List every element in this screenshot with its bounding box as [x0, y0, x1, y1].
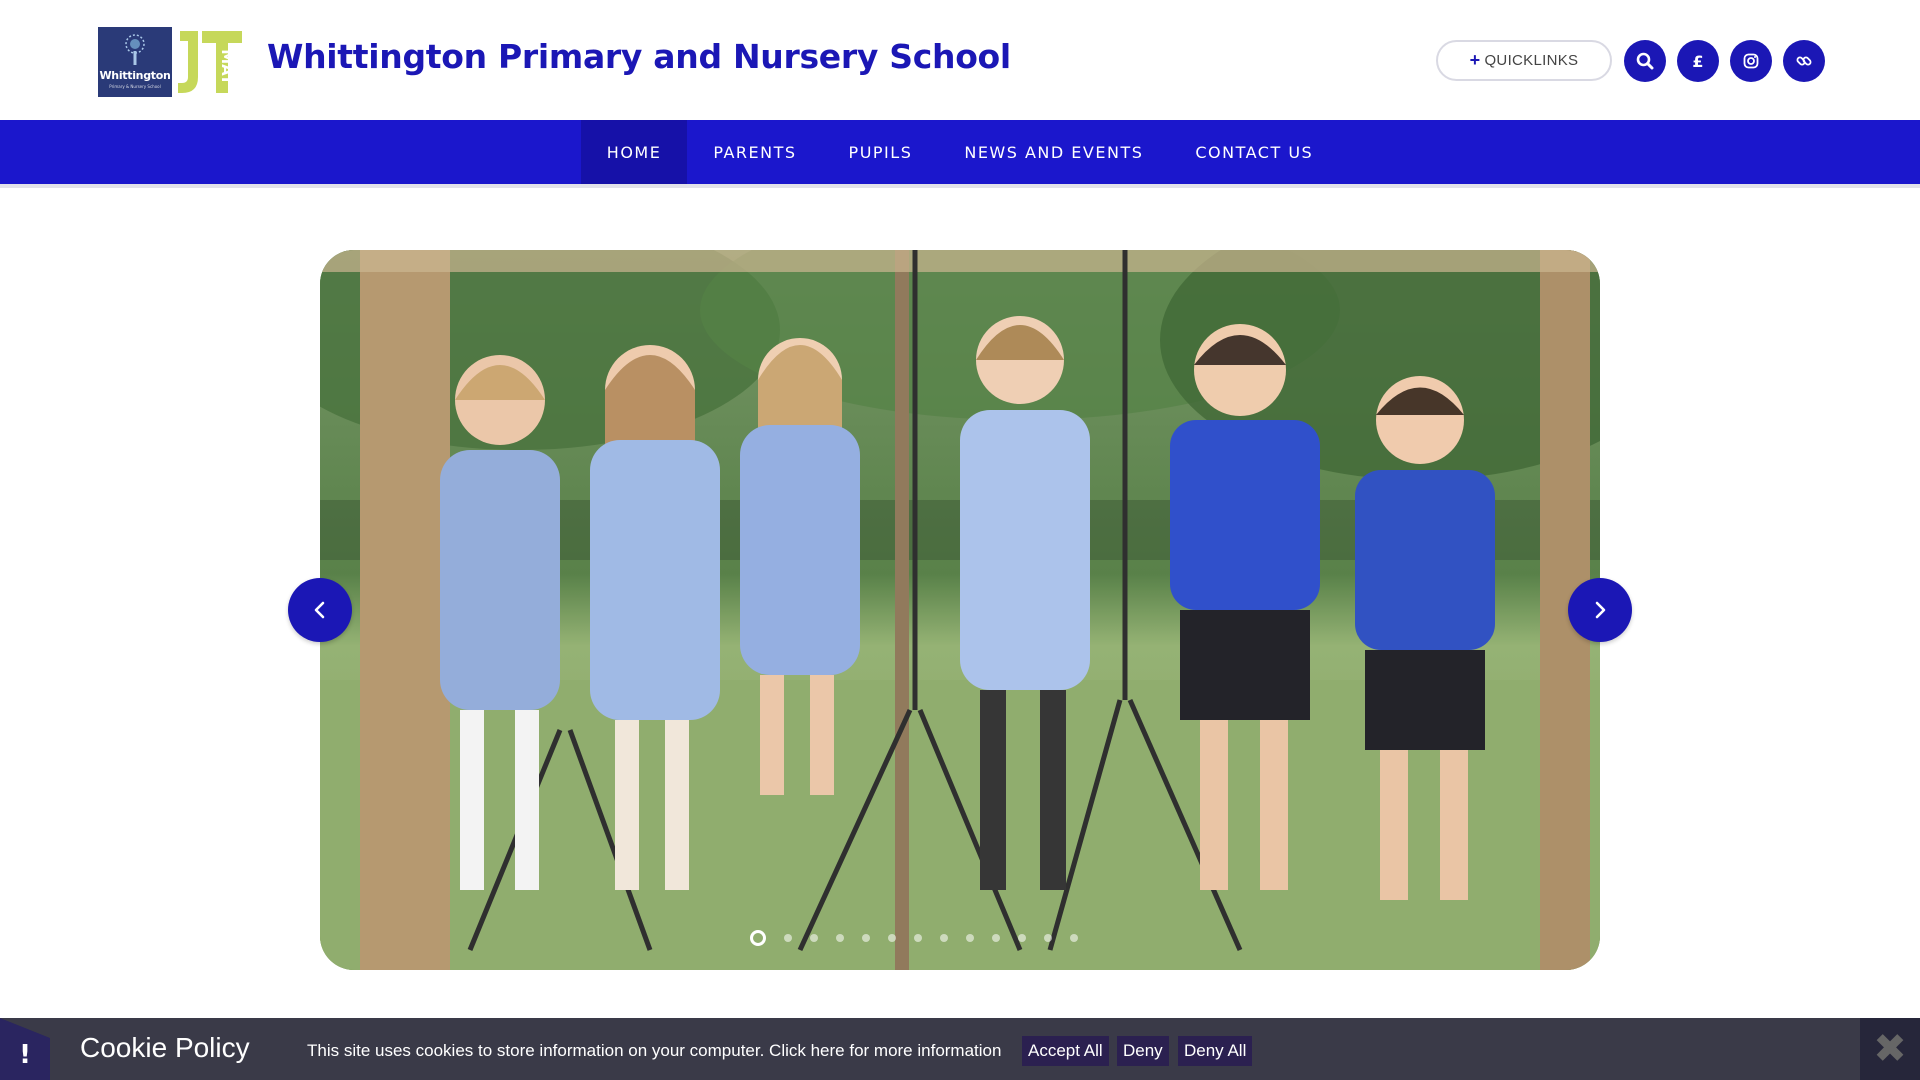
instagram-button[interactable]	[1730, 40, 1772, 82]
slider-dot[interactable]	[784, 934, 792, 942]
hero-photo	[320, 250, 1600, 970]
slider-dot[interactable]	[836, 934, 844, 942]
link-icon	[1796, 56, 1812, 66]
slider-dot[interactable]	[888, 934, 896, 942]
slider-dot[interactable]	[750, 930, 766, 946]
slider-next-button[interactable]	[1568, 578, 1632, 642]
instagram-icon	[1743, 53, 1759, 69]
nav-divider	[0, 184, 1920, 188]
site-title[interactable]: Whittington Primary and Nursery School	[267, 37, 1011, 76]
pound-icon: £	[1692, 51, 1704, 71]
slider-dot[interactable]	[1070, 934, 1078, 942]
school-logo-name: Whittington	[99, 69, 171, 82]
school-logo-sub: Primary & Nursery School	[109, 84, 161, 89]
plus-icon: +	[1469, 50, 1481, 70]
slider-dot[interactable]	[1018, 934, 1026, 942]
school-logo[interactable]: Whittington Primary & Nursery School	[98, 27, 172, 97]
nav-item-news-and-events[interactable]: NEWS AND EVENTS	[938, 120, 1169, 184]
slider-dot[interactable]	[992, 934, 1000, 942]
cookie-message-link[interactable]: This site uses cookies to store informat…	[307, 1041, 1001, 1061]
slider-dot[interactable]	[914, 934, 922, 942]
link-button[interactable]	[1783, 40, 1825, 82]
cookie-deny-button[interactable]: Deny	[1117, 1036, 1169, 1066]
slider-dot[interactable]	[862, 934, 870, 942]
mat-logo[interactable]: MAT	[176, 27, 246, 97]
search-button[interactable]	[1624, 40, 1666, 82]
slider-dot[interactable]	[1044, 934, 1052, 942]
nav-item-pupils[interactable]: PUPILS	[823, 120, 939, 184]
main-nav: HOME PARENTS PUPILS NEWS AND EVENTS CONT…	[0, 120, 1920, 184]
close-icon[interactable]: ✖	[1860, 1018, 1920, 1080]
slider-prev-button[interactable]	[288, 578, 352, 642]
cookie-title: Cookie Policy	[80, 1032, 250, 1063]
slider-dot[interactable]	[940, 934, 948, 942]
svg-text:MAT: MAT	[218, 49, 236, 85]
payments-button[interactable]: £	[1677, 40, 1719, 82]
chevron-left-icon	[314, 601, 325, 619]
nav-item-home[interactable]: HOME	[580, 120, 688, 184]
site-header: Whittington Primary & Nursery School MAT…	[0, 0, 1920, 120]
slider-dot[interactable]	[810, 934, 818, 942]
cookie-accept-all-button[interactable]: Accept All	[1022, 1036, 1109, 1066]
search-icon	[1636, 52, 1654, 70]
slider-pagination	[750, 930, 1078, 946]
quicklinks-label: QUICKLINKS	[1484, 52, 1579, 69]
quicklinks-button[interactable]: + QUICKLINKS	[1436, 40, 1612, 81]
slider-dot[interactable]	[966, 934, 974, 942]
cookie-deny-all-button[interactable]: Deny All	[1178, 1036, 1253, 1066]
tree-icon	[125, 34, 145, 65]
chevron-right-icon	[1595, 601, 1606, 619]
nav-item-contact-us[interactable]: CONTACT US	[1169, 120, 1339, 184]
nav-item-parents[interactable]: PARENTS	[687, 120, 822, 184]
hero-slider[interactable]	[320, 250, 1600, 970]
